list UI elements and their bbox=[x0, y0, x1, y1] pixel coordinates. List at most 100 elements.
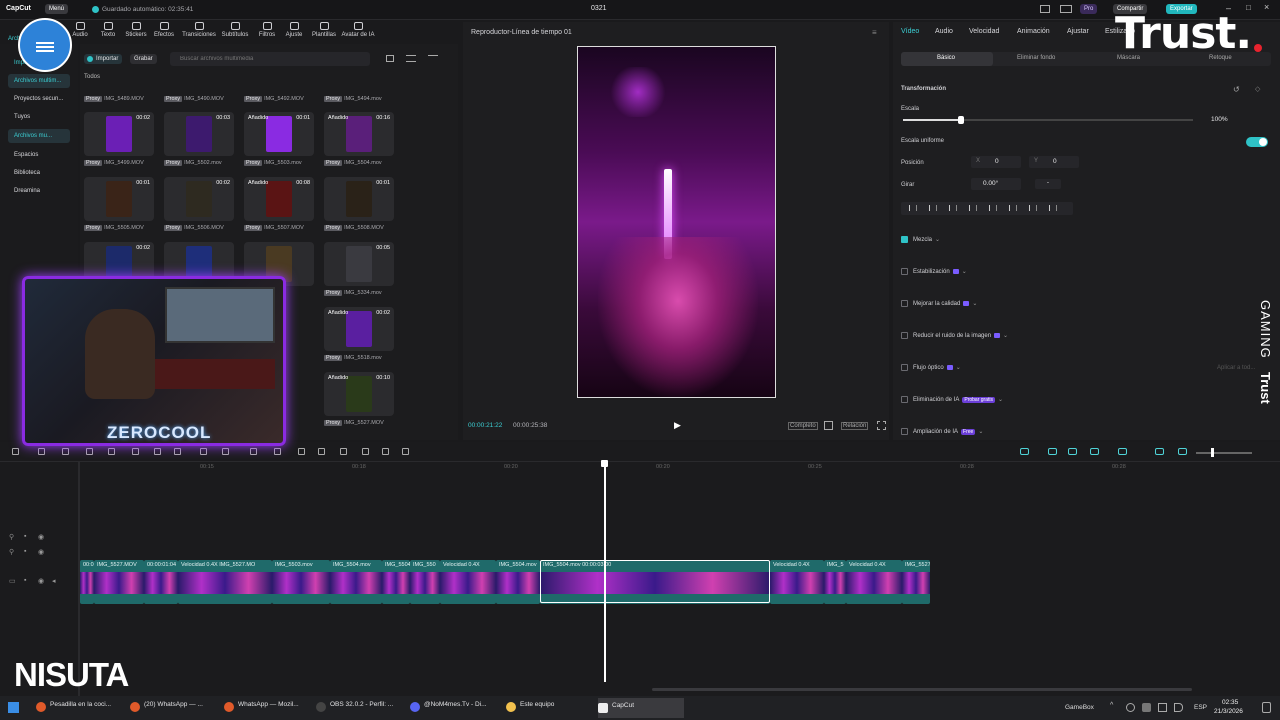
timeline-clip[interactable]: 00:0 bbox=[80, 560, 94, 604]
media-thumbnail[interactable]: 00:02 bbox=[84, 112, 154, 156]
timeline-tool-icon[interactable] bbox=[382, 448, 389, 455]
media-thumbnail[interactable]: 00:02 Añadido bbox=[324, 307, 394, 351]
option-checkbox[interactable] bbox=[901, 428, 908, 435]
scale-slider-knob[interactable] bbox=[958, 116, 964, 124]
timeline-tool-icon[interactable] bbox=[1118, 448, 1127, 455]
player-menu-icon[interactable]: ≡ bbox=[872, 28, 877, 37]
timeline-tool-icon[interactable] bbox=[298, 448, 305, 455]
eye-icon[interactable]: ◉ bbox=[38, 533, 44, 541]
timeline-clip[interactable]: Velocidad 0.4X bbox=[846, 560, 902, 604]
toolbar-item-efectos[interactable]: Efectos bbox=[144, 22, 184, 38]
timeline-tool-icon[interactable] bbox=[12, 448, 19, 455]
shortcut-icon[interactable] bbox=[1060, 5, 1072, 13]
option-checkbox[interactable] bbox=[901, 300, 908, 307]
align-icon[interactable] bbox=[989, 205, 997, 211]
playhead-handle[interactable] bbox=[601, 460, 608, 467]
media-thumbnail[interactable]: 00:01 Añadido bbox=[244, 112, 314, 156]
start-icon[interactable] bbox=[8, 702, 19, 713]
taskbar-app[interactable]: (20) WhatsApp — ... bbox=[130, 701, 203, 715]
timeline-tool-icon[interactable] bbox=[340, 448, 347, 455]
timeline-tool-icon[interactable] bbox=[274, 448, 281, 455]
timeline-tool-icon[interactable] bbox=[1020, 448, 1029, 455]
timeline-clip[interactable]: IMG_5527 bbox=[902, 560, 930, 604]
timeline-tool-icon[interactable] bbox=[250, 448, 257, 455]
align-icon[interactable] bbox=[949, 205, 957, 211]
sidebar-item-4[interactable]: Archivos mu... bbox=[8, 129, 70, 143]
fullscreen-icon[interactable] bbox=[877, 421, 886, 430]
sidebar-item-2[interactable]: Proyectos secun... bbox=[8, 92, 70, 106]
option-row[interactable]: Mejorar la calidad ⌄ bbox=[901, 300, 977, 307]
close-icon[interactable]: × bbox=[1264, 2, 1269, 12]
tray-app-icon[interactable] bbox=[1142, 703, 1151, 712]
apply-all-button[interactable]: Aplicar a tod... bbox=[1217, 365, 1255, 371]
position-x-field[interactable]: X 0 bbox=[971, 156, 1021, 168]
timeline-clip[interactable]: IMG_550 bbox=[410, 560, 440, 604]
timeline-tool-icon[interactable] bbox=[108, 448, 115, 455]
option-row[interactable]: Estabilización ⌄ bbox=[901, 268, 967, 275]
notification-icon[interactable] bbox=[1262, 702, 1271, 713]
timeline-tool-icon[interactable] bbox=[1178, 448, 1187, 455]
toolbar-item-transiciones[interactable]: Transiciones bbox=[179, 22, 219, 38]
mute-icon[interactable]: ◂ bbox=[52, 577, 56, 585]
media-thumbnail[interactable]: 00:10 Añadido bbox=[324, 372, 394, 416]
option-checkbox[interactable] bbox=[901, 396, 908, 403]
filter-icon[interactable] bbox=[428, 55, 438, 62]
timeline-scrollbar[interactable] bbox=[652, 688, 1192, 691]
ratio-button[interactable]: Relación bbox=[841, 422, 869, 430]
language-indicator[interactable]: ESP bbox=[1194, 704, 1207, 711]
fullview-button[interactable]: Completo bbox=[788, 422, 818, 430]
timeline-tool-icon[interactable] bbox=[86, 448, 93, 455]
sidebar-item-5[interactable]: Espacios bbox=[8, 148, 70, 162]
option-checkbox[interactable] bbox=[901, 332, 908, 339]
timeline-tool-icon[interactable] bbox=[222, 448, 229, 455]
option-checkbox[interactable] bbox=[901, 364, 908, 371]
selected-clip-outline[interactable] bbox=[540, 560, 770, 603]
timeline-clip[interactable]: Velocidad 0.4X bbox=[440, 560, 496, 604]
timeline-tool-icon[interactable] bbox=[1048, 448, 1057, 455]
props-tab-1[interactable]: Audio bbox=[935, 28, 953, 35]
timeline-clip[interactable]: Velocidad 0.4X IMG_5527.MO bbox=[178, 560, 272, 604]
tray-chevron-icon[interactable]: ^ bbox=[1110, 702, 1113, 709]
option-row[interactable]: Mezcla ⌄ bbox=[901, 236, 940, 243]
layout-icon[interactable] bbox=[1040, 5, 1050, 13]
timeline-tool-icon[interactable] bbox=[174, 448, 181, 455]
search-input[interactable] bbox=[170, 52, 370, 66]
toolbar-item-avatar-de-ia[interactable]: Avatar de IA bbox=[338, 22, 378, 38]
zoom-slider[interactable] bbox=[1196, 452, 1252, 454]
lock-icon[interactable]: ▪ bbox=[24, 577, 26, 584]
timeline-clip[interactable]: 00:00:01:04 bbox=[144, 560, 178, 604]
taskbar-app[interactable]: WhatsApp — Mozil... bbox=[224, 701, 299, 715]
lock-icon[interactable]: ▪ bbox=[24, 548, 26, 555]
rotate-field[interactable]: 0.00° bbox=[971, 178, 1021, 190]
keyframe-icon[interactable]: ◇ bbox=[1255, 85, 1260, 93]
option-checkbox[interactable] bbox=[901, 236, 908, 243]
timeline-tool-icon[interactable] bbox=[200, 448, 207, 455]
option-row[interactable]: Flujo óptico ⌄ bbox=[901, 364, 961, 371]
timeline-clip[interactable]: IMG_5504.mov bbox=[496, 560, 540, 604]
timeline-ruler[interactable]: 00:15 00:18 00:20 00:20 00:25 00:28 00:28 bbox=[80, 462, 1280, 474]
all-filter-label[interactable]: Todos bbox=[84, 74, 100, 80]
menu-fab[interactable] bbox=[18, 18, 72, 72]
option-checkbox[interactable] bbox=[901, 268, 908, 275]
option-row[interactable]: Eliminación de IA Probar gratis ⌄ bbox=[901, 396, 1003, 404]
props-tab-4[interactable]: Ajustar bbox=[1067, 28, 1089, 35]
media-thumbnail[interactable]: 00:05 bbox=[324, 242, 394, 286]
zoom-slider-knob[interactable] bbox=[1211, 448, 1214, 457]
timeline-tool-icon[interactable] bbox=[38, 448, 45, 455]
sidebar-item-7[interactable]: Dreamina bbox=[8, 184, 70, 198]
play-icon[interactable]: ▶ bbox=[674, 420, 681, 431]
scale-slider[interactable] bbox=[903, 116, 1193, 124]
scale-value[interactable]: 100% bbox=[1211, 116, 1228, 123]
lock-icon[interactable]: ▪ bbox=[24, 533, 26, 540]
timeline-tool-icon[interactable] bbox=[1068, 448, 1077, 455]
subtab-1[interactable]: Eliminar fondo bbox=[1017, 55, 1055, 61]
media-thumbnail[interactable]: 00:01 bbox=[84, 177, 154, 221]
playhead[interactable] bbox=[601, 460, 608, 682]
eye-icon[interactable]: ◉ bbox=[38, 548, 44, 556]
timeline-tool-icon[interactable] bbox=[62, 448, 69, 455]
tray-app-icon[interactable] bbox=[1126, 703, 1135, 712]
timeline-tool-icon[interactable] bbox=[1155, 448, 1164, 455]
timeline-clip[interactable]: IMG_5 bbox=[824, 560, 846, 604]
option-row[interactable]: Reducir el ruido de la imagen ⌄ bbox=[901, 332, 1008, 339]
uniform-scale-toggle[interactable] bbox=[1246, 137, 1268, 147]
